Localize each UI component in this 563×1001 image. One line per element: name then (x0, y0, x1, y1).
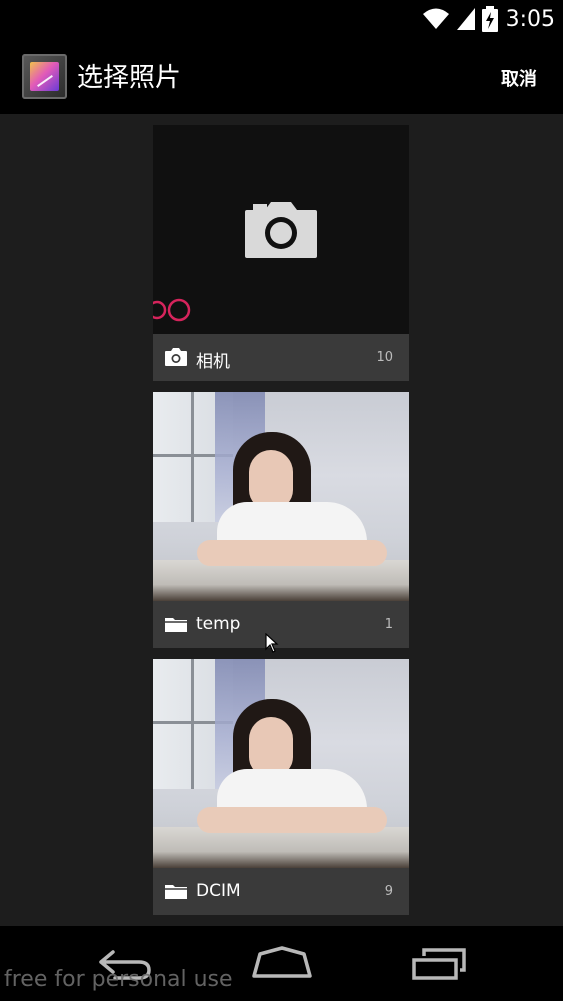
status-bar: 3:05 (0, 0, 563, 39)
brand-logo-icon (153, 298, 191, 322)
album-item-dcim[interactable]: DCIM 9 (153, 659, 409, 915)
album-thumbnail (153, 392, 409, 601)
album-caption: temp 1 (153, 601, 409, 648)
camera-icon (165, 348, 187, 366)
album-thumbnail (153, 659, 409, 868)
album-count: 1 (384, 617, 393, 632)
home-icon[interactable] (250, 944, 314, 984)
signal-icon (456, 8, 475, 30)
wifi-icon (422, 8, 449, 29)
album-name: DCIM (196, 881, 241, 901)
folder-icon (165, 618, 187, 632)
gallery-app-icon[interactable] (22, 54, 67, 99)
folder-icon (165, 885, 187, 899)
album-name: temp (196, 614, 241, 634)
album-caption: DCIM 9 (153, 868, 409, 915)
cancel-button[interactable]: 取消 (501, 65, 537, 91)
album-item-temp[interactable]: temp 1 (153, 392, 409, 648)
battery-charging-icon (481, 6, 498, 32)
camera-placeholder-icon (245, 202, 317, 258)
watermark-text: free for personal use (4, 967, 233, 992)
album-item-camera[interactable]: 相机 10 (153, 125, 409, 381)
album-thumbnail (153, 125, 409, 334)
album-count: 10 (376, 350, 393, 365)
album-caption: 相机 10 (153, 334, 409, 381)
action-bar: 选择照片 取消 (0, 39, 563, 114)
mouse-cursor-icon (265, 633, 279, 653)
album-name: 相机 (196, 352, 230, 372)
page-title: 选择照片 (77, 63, 182, 93)
status-icons: 3:05 (422, 6, 555, 32)
recents-icon[interactable] (410, 944, 470, 984)
album-count: 9 (384, 884, 393, 899)
album-grid: 相机 10 temp 1 DCIM 9 (0, 114, 563, 926)
status-time: 3:05 (505, 6, 555, 32)
